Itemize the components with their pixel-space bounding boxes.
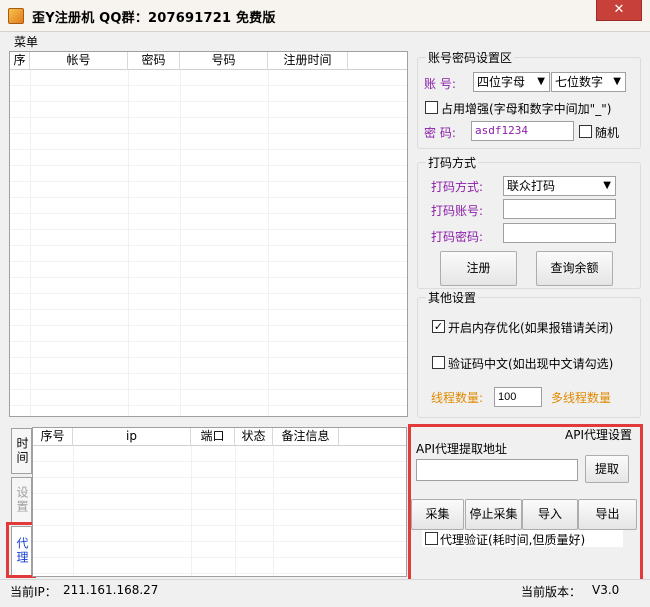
current-ip-label: 当前IP： [10,585,57,599]
column-divider [268,70,269,416]
tab-time[interactable]: 时间 [11,428,32,474]
memory-optimize-label[interactable]: 开启内存优化(如果报错请关闭) [448,319,613,336]
column-divider [128,70,129,416]
column-header-index[interactable]: 序 [10,52,30,70]
other-settings-title: 其他设置 [426,289,479,306]
menu-item-main[interactable]: 菜单 [14,33,38,50]
account-digits-select[interactable]: 七位数字 ▼ [551,72,626,92]
column-divider [73,446,74,576]
thread-count-label: 线程数量: [431,391,484,405]
app-icon [8,8,24,24]
api-address-label: API代理提取地址 [416,442,507,456]
proxy-table-grid [33,446,406,576]
captcha-password-label: 打码密码: [431,230,484,244]
column-header-account[interactable]: 帐号 [30,52,128,70]
column-divider [273,446,274,576]
account-table[interactable]: 序 帐号 密码 号码 注册时间 [9,51,408,417]
password-label: 密 码: [424,126,456,140]
proxy-verify-label[interactable]: 代理验证(耗时间,但质量好) [440,531,585,548]
random-label[interactable]: 随机 [595,124,619,141]
captcha-chinese-checkbox[interactable] [432,356,445,369]
close-button[interactable]: ✕ [596,0,642,21]
captcha-account-label: 打码账号: [431,204,484,218]
menu-bar: 菜单 [0,32,650,50]
window-title: 歪Y注册机 QQ群：207691721 免费版 [32,11,276,26]
column-divider [191,446,192,576]
random-checkbox[interactable] [579,125,592,138]
column-header-proxy-index[interactable]: 序号 [33,428,73,446]
collect-button[interactable]: 采集 [411,499,464,530]
enhance-checkbox[interactable] [425,101,438,114]
column-header-register-time[interactable]: 注册时间 [268,52,348,70]
current-version-label: 当前版本： [521,585,582,599]
account-table-grid [10,70,407,416]
proxy-verify-checkbox[interactable] [425,532,438,545]
column-header-remark[interactable]: 备注信息 [273,428,339,446]
captcha-method-value: 联众打码 [507,179,556,193]
tab-settings[interactable]: 设置 [11,477,32,523]
stop-collect-button[interactable]: 停止采集 [465,499,522,530]
chevron-down-icon: ▼ [603,180,611,191]
fetch-button[interactable]: 提取 [585,455,629,483]
account-table-header: 序 帐号 密码 号码 注册时间 [10,52,407,70]
account-label: 账 号: [424,77,456,91]
multithread-label: 多线程数量 [551,391,612,405]
account-digits-value: 七位数字 [555,75,604,89]
status-bar: 当前IP： 211.161.168.27 当前版本： V3.0 [0,579,650,600]
captcha-method-label: 打码方式: [431,180,484,194]
chevron-down-icon: ▼ [537,76,545,87]
password-input[interactable]: asdf1234 [471,121,574,141]
column-header-status[interactable]: 状态 [235,428,273,446]
column-divider [30,70,31,416]
register-button[interactable]: 注册 [440,251,517,286]
captcha-title: 打码方式 [426,154,479,171]
account-type-select[interactable]: 四位字母 ▼ [473,72,550,92]
current-version-value: V3.0 [592,583,620,597]
column-header-number[interactable]: 号码 [180,52,268,70]
import-button[interactable]: 导入 [522,499,578,530]
column-divider [180,70,181,416]
thread-count-input[interactable]: 100 [494,387,542,407]
captcha-chinese-label[interactable]: 验证码中文(如出现中文请勾选) [448,355,613,372]
captcha-account-input[interactable] [503,199,616,219]
column-header-ip[interactable]: ip [73,428,191,446]
captcha-password-input[interactable] [503,223,616,243]
proxy-table-header: 序号 ip 端口 状态 备注信息 [33,428,406,446]
column-header-port[interactable]: 端口 [191,428,235,446]
chevron-down-icon: ▼ [613,76,621,87]
current-ip-value: 211.161.168.27 [63,583,159,597]
account-settings-title: 账号密码设置区 [426,49,515,66]
column-divider [235,446,236,576]
proxy-table[interactable]: 序号 ip 端口 状态 备注信息 [32,427,407,577]
column-header-password[interactable]: 密码 [128,52,180,70]
export-button[interactable]: 导出 [578,499,637,530]
account-type-value: 四位字母 [477,75,526,89]
api-proxy-settings-title: API代理设置 [565,428,632,442]
enhance-label[interactable]: 占用增强(字母和数字中间加"_") [441,100,611,117]
query-balance-button[interactable]: 查询余额 [536,251,613,286]
captcha-method-select[interactable]: 联众打码 ▼ [503,176,616,196]
title-bar[interactable]: 歪Y注册机 QQ群：207691721 免费版 ✕ [0,0,650,32]
memory-optimize-checkbox[interactable]: ✓ [432,320,445,333]
api-address-input[interactable] [416,459,578,481]
tab-proxy[interactable]: 代理 [11,526,32,576]
